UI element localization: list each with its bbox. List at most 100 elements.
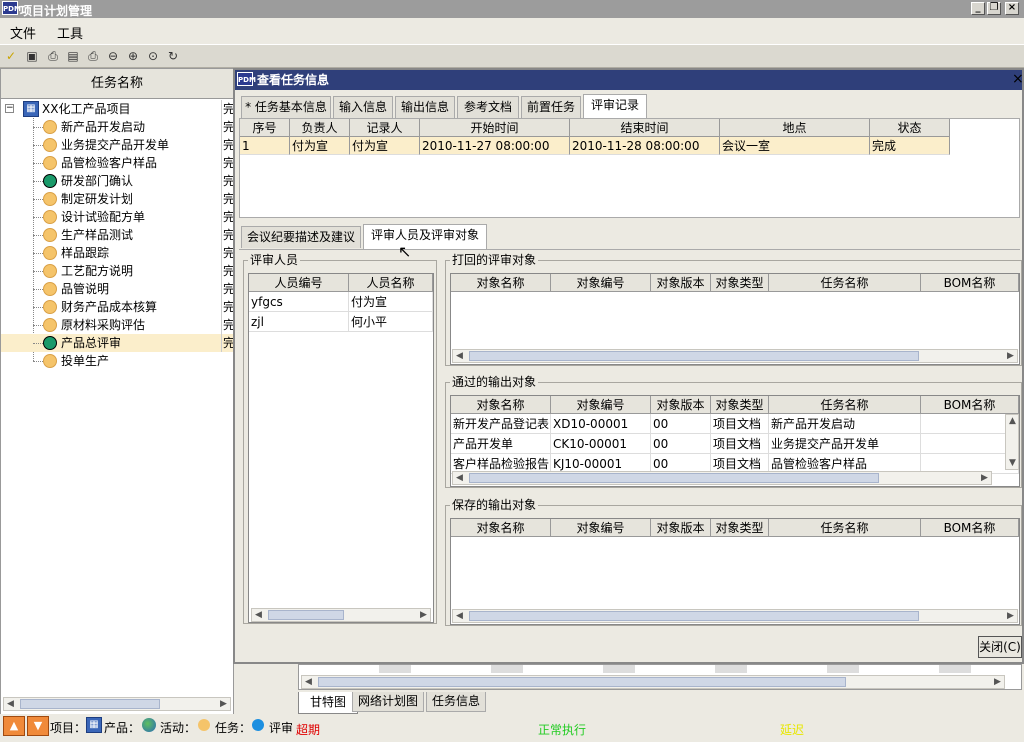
menu-file[interactable]: 文件 [10,23,36,42]
close-icon[interactable]: × [1005,2,1019,15]
tree-root[interactable]: − ▦ XX化工产品项目 完 [1,100,233,118]
tab-predecessor[interactable]: 前置任务 [521,96,581,118]
tab-gantt[interactable]: 甘特图 [298,692,358,714]
legend-project-label: 项目： [50,721,87,735]
reviewer-cell[interactable]: 付为宣 [349,292,433,312]
tree-item[interactable]: 原材料采购评估 完 [1,316,233,334]
tab-network[interactable]: 网络计划图 [352,692,424,712]
zoom-out-icon[interactable]: ⊖ [104,48,122,65]
object-hscroll[interactable]: ◀ ▶ [452,349,1018,363]
dialog-close-icon[interactable]: × [1012,72,1024,86]
object-hscroll[interactable]: ◀ ▶ [452,609,1018,623]
review-cell[interactable]: 1 [240,137,290,155]
scroll-left-icon[interactable]: ◀ [4,698,17,710]
tab-task-info[interactable]: 任务信息 [426,692,486,712]
tree-item[interactable]: 业务提交产品开发单 完 [1,136,233,154]
tree-item[interactable]: 工艺配方说明 完 [1,262,233,280]
scroll-right-icon[interactable]: ▶ [417,609,430,621]
collapse-icon[interactable]: − [5,104,14,113]
object-cell[interactable]: 新开发产品登记表 [451,414,551,434]
scroll-left-icon[interactable]: ◀ [453,472,466,484]
review-cell[interactable]: 付为宣 [350,137,420,155]
save-icon[interactable]: ▣ [23,48,41,65]
review-cell[interactable]: 付为宣 [290,137,350,155]
tree-item[interactable]: 生产样品测试 完 [1,226,233,244]
tree-connector [33,145,43,146]
zoom-fit-icon[interactable]: ⊙ [144,48,162,65]
tree-item[interactable]: 研发部门确认 完 [1,172,233,190]
tree-item-label: 研发部门确认 [61,174,134,188]
legend-activity-label: 活动： [160,721,197,735]
reviewer-cell[interactable]: yfgcs [249,292,349,312]
scroll-left-icon[interactable]: ◀ [252,609,265,621]
object-cell[interactable]: 业务提交产品开发单 [769,434,921,454]
reviewer-cell[interactable]: zjl [249,312,349,332]
scroll-thumb[interactable] [268,610,344,620]
minimize-icon[interactable]: _ [971,2,985,15]
tree-item[interactable]: 投单生产 [1,352,233,370]
object-cell[interactable]: 00 [651,434,711,454]
restore-icon[interactable]: ❐ [987,2,1001,15]
object-cell[interactable]: 00 [651,414,711,434]
new-icon[interactable]: ✓ [2,48,20,65]
object-cell[interactable]: 产品开发单 [451,434,551,454]
scroll-right-icon[interactable]: ▶ [991,676,1004,688]
review-cell[interactable]: 会议一室 [720,137,870,155]
object-col-header: BOM名称 [921,519,1019,537]
scroll-right-icon[interactable]: ▶ [217,698,230,710]
object-cell[interactable]: 新产品开发启动 [769,414,921,434]
tree-item[interactable]: 产品总评审 完 [1,334,233,352]
object-vscroll[interactable]: ▲ ▼ [1005,414,1019,470]
subtab-meeting-notes[interactable]: 会议纪要描述及建议 [241,226,361,248]
scroll-right-icon[interactable]: ▶ [978,472,991,484]
scroll-right-icon[interactable]: ▶ [1004,350,1017,362]
tree-item[interactable]: 制定研发计划 完 [1,190,233,208]
tree-item[interactable]: 品管说明 完 [1,280,233,298]
tab-output-info[interactable]: 输出信息 [395,96,455,118]
tree-item-status: 完 [221,190,233,208]
tab-reference-docs[interactable]: 参考文档 [457,96,519,118]
review-cell[interactable]: 完成 [870,137,950,155]
scroll-down-icon[interactable]: ▼ [1006,457,1019,469]
printer-icon[interactable]: ⎙ [84,48,102,65]
zoom-in-icon[interactable]: ⊕ [124,48,142,65]
refresh-icon[interactable]: ↻ [164,48,182,65]
scroll-thumb[interactable] [469,473,879,483]
object-hscroll[interactable]: ◀ ▶ [452,471,992,485]
tree-hscroll[interactable]: ◀ ▶ [3,697,231,711]
scroll-thumb[interactable] [20,699,160,709]
preview-icon[interactable]: ▤ [64,48,82,65]
reviewer-cell[interactable]: 何小平 [349,312,433,332]
scroll-thumb[interactable] [469,351,919,361]
close-button[interactable]: 关闭(C) [978,636,1022,658]
object-cell[interactable]: CK10-00001 [551,434,651,454]
print-icon[interactable]: ⎙ [44,48,62,65]
subtab-reviewers-objects[interactable]: 评审人员及评审对象 [363,224,487,250]
tree-item[interactable]: 设计试验配方单 完 [1,208,233,226]
review-cell[interactable]: 2010-11-28 08:00:00 [570,137,720,155]
object-cell[interactable]: 项目文档 [711,434,769,454]
down-arrow-icon[interactable]: ▼ [27,716,49,736]
up-arrow-icon[interactable]: ▲ [3,716,25,736]
review-cell[interactable]: 2010-11-27 08:00:00 [420,137,570,155]
scroll-thumb[interactable] [469,611,919,621]
scroll-left-icon[interactable]: ◀ [453,610,466,622]
tab-input-info[interactable]: 输入信息 [333,96,393,118]
object-cell[interactable]: XD10-00001 [551,414,651,434]
tree-item[interactable]: 样品跟踪 完 [1,244,233,262]
scroll-left-icon[interactable]: ◀ [302,676,315,688]
review-icon [252,719,264,731]
scroll-up-icon[interactable]: ▲ [1006,415,1019,427]
tree-item[interactable]: 财务产品成本核算 完 [1,298,233,316]
gantt-hscroll[interactable]: ◀ ▶ [301,675,1005,689]
object-cell[interactable]: 项目文档 [711,414,769,434]
tab-basic-info[interactable]: * 任务基本信息 [241,96,331,118]
scroll-right-icon[interactable]: ▶ [1004,610,1017,622]
tree-item[interactable]: 品管检验客户样品 完 [1,154,233,172]
tree-item[interactable]: 新产品开发启动 完 [1,118,233,136]
reviewers-hscroll[interactable]: ◀ ▶ [251,608,431,622]
tab-review-records[interactable]: 评审记录 [583,94,647,118]
scroll-left-icon[interactable]: ◀ [453,350,466,362]
menu-tools[interactable]: 工具 [57,23,83,42]
scroll-thumb[interactable] [318,677,846,687]
